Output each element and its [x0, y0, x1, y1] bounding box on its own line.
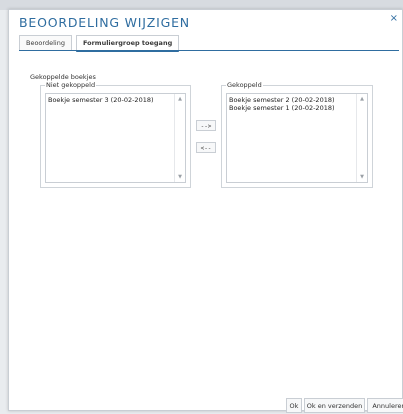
chevron-up-icon[interactable]: ▲	[177, 96, 183, 102]
unlinked-legend: Niet gekoppeld	[45, 81, 97, 89]
list-item[interactable]: Boekje semester 3 (20-02-2018)	[48, 96, 173, 104]
tab-bar: Beoordeling Formuliergroep toegang	[19, 35, 180, 52]
move-to-linked-button[interactable]: -->	[196, 120, 216, 131]
unlinked-listbox[interactable]: Boekje semester 3 (20-02-2018) ▲ ▼	[45, 93, 186, 183]
list-item[interactable]: Boekje semester 2 (20-02-2018)	[229, 96, 355, 104]
edit-assessment-dialog: BEOORDELING WIJZIGEN × Beoordeling Formu…	[8, 9, 403, 413]
dialog-title: BEOORDELING WIJZIGEN	[19, 15, 190, 30]
linked-items: Boekje semester 2 (20-02-2018) Boekje se…	[229, 96, 355, 112]
close-icon[interactable]: ×	[390, 13, 398, 24]
chevron-up-icon[interactable]: ▲	[359, 96, 365, 102]
linked-legend: Gekoppeld	[226, 81, 263, 89]
unlinked-group: Niet gekoppeld Boekje semester 3 (20-02-…	[40, 81, 191, 188]
ok-button[interactable]: Ok	[286, 398, 302, 413]
list-item[interactable]: Boekje semester 1 (20-02-2018)	[229, 104, 355, 112]
chevron-down-icon[interactable]: ▼	[177, 174, 183, 180]
unlinked-scrollbar[interactable]: ▲ ▼	[174, 94, 185, 182]
linked-listbox[interactable]: Boekje semester 2 (20-02-2018) Boekje se…	[226, 93, 368, 183]
unlinked-items: Boekje semester 3 (20-02-2018)	[48, 96, 173, 104]
cancel-button[interactable]: Annuleren	[367, 398, 403, 413]
move-to-unlinked-button[interactable]: <--	[196, 142, 216, 153]
linked-scrollbar[interactable]: ▲ ▼	[356, 94, 367, 182]
tab-beoordeling[interactable]: Beoordeling	[19, 35, 72, 50]
linked-group: Gekoppeld Boekje semester 2 (20-02-2018)…	[221, 81, 373, 188]
ok-and-send-button[interactable]: Ok en verzenden	[304, 398, 365, 413]
chevron-down-icon[interactable]: ▼	[359, 174, 365, 180]
tab-divider	[19, 50, 399, 51]
section-title: Gekoppelde boekjes	[30, 73, 96, 81]
